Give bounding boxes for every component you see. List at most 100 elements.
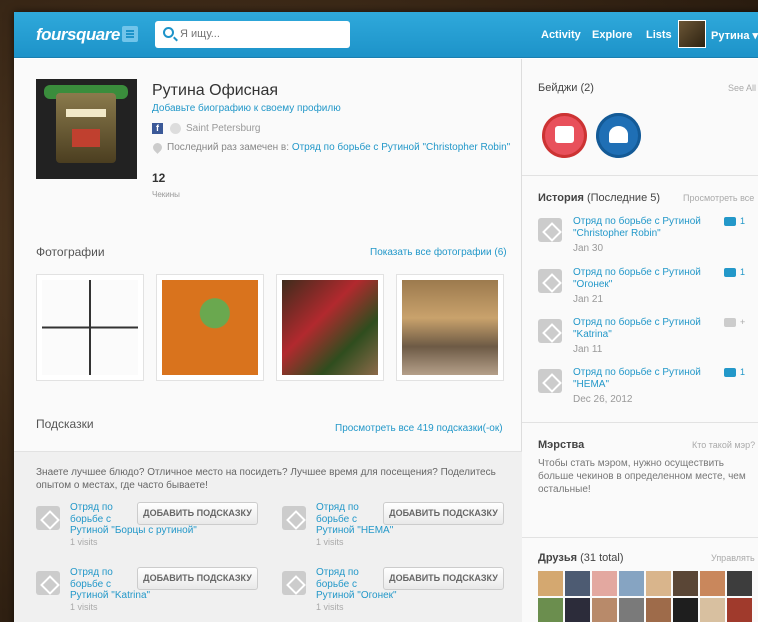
camera-icon[interactable] (724, 217, 736, 226)
photo-thumbnail[interactable] (36, 274, 144, 381)
history-venue-link[interactable]: Отряд по борьбе с Рутиной "Katrina" (573, 317, 713, 341)
view-all-history-link[interactable]: Просмотреть все (683, 193, 754, 203)
camera-icon[interactable] (724, 268, 736, 277)
search-icon (163, 27, 174, 38)
venue-category-icon (36, 506, 60, 530)
friend-avatar[interactable] (538, 598, 563, 622)
nav-lists[interactable]: Lists (646, 29, 672, 41)
friend-avatar[interactable] (565, 571, 590, 596)
add-tip-button[interactable]: ДОБАВИТЬ ПОДСКАЗКУ (383, 502, 504, 525)
friend-avatar[interactable] (700, 598, 725, 622)
comment-count[interactable]: + (740, 317, 745, 327)
history-venue-link[interactable]: Отряд по борьбе с Рутиной "НЕМА" (573, 367, 713, 391)
friend-avatar[interactable] (619, 571, 644, 596)
user-menu[interactable]: Рутина ▾ (711, 29, 758, 42)
profile-photo[interactable] (36, 79, 137, 179)
venue-name[interactable]: Отряд по борьбе с (316, 502, 386, 526)
history-date: Dec 26, 2012 (573, 394, 633, 405)
search-box[interactable] (155, 21, 350, 48)
checkins-label: Чекины (152, 190, 180, 199)
venue-visits: 1 visits (316, 537, 344, 547)
photos-title: Фотографии (36, 245, 105, 259)
friend-avatar[interactable] (592, 571, 617, 596)
venue-name-line3[interactable]: Рутиной "НЕМА" (316, 525, 393, 536)
nav-activity[interactable]: Activity (541, 29, 581, 41)
nav-explore[interactable]: Explore (592, 29, 632, 41)
view-all-tips-link[interactable]: Просмотреть все 419 подсказки(-ок) (335, 423, 503, 434)
friend-avatar[interactable] (673, 571, 698, 596)
trophy-badge-icon[interactable] (596, 113, 641, 158)
history-item: Отряд по борьбе с Рутиной "Katrina" Jan … (538, 317, 758, 365)
friend-avatar[interactable] (646, 571, 671, 596)
add-tip-button[interactable]: ДОБАВИТЬ ПОДСКАЗКУ (383, 567, 504, 590)
manage-friends-link[interactable]: Управлять (711, 553, 755, 563)
mayorships-title: Мэрства (538, 439, 585, 451)
see-all-badges-link[interactable]: See All (728, 83, 756, 93)
venue-name-line3[interactable]: Рутиной "Огонек" (316, 590, 397, 601)
twitter-icon[interactable] (170, 123, 181, 134)
divider (522, 422, 758, 423)
last-seen-label: Последний раз замечен в: (167, 142, 290, 153)
venue-category-icon (36, 571, 60, 595)
history-item: Отряд по борьбе с Рутиной "НЕМА" Dec 26,… (538, 367, 758, 415)
comment-icon[interactable] (724, 318, 736, 327)
history-venue-link[interactable]: Отряд по борьбе с Рутиной "Огонек" (573, 267, 713, 291)
facebook-icon[interactable]: f (152, 123, 163, 134)
venue-name[interactable]: Отряд по борьбе с (70, 502, 140, 526)
friend-avatar[interactable] (700, 571, 725, 596)
last-seen-venue-link[interactable]: Отряд по борьбе с Рутиной "Christopher R… (292, 142, 510, 153)
friends-title[interactable]: Друзья (31 total) (538, 552, 624, 564)
search-input[interactable] (180, 28, 340, 40)
camera-icon[interactable] (724, 368, 736, 377)
friend-avatar[interactable] (538, 571, 563, 596)
venue-category-icon (282, 571, 306, 595)
friend-avatar[interactable] (619, 598, 644, 622)
history-date: Jan 21 (573, 294, 604, 305)
tip-venue: Отряд по борьбе с Рутиной "Katrina" 1 vis… (36, 567, 268, 617)
friend-avatar[interactable] (565, 598, 590, 622)
venue-name-line3[interactable]: Рутиной "Борцы с рутиной" (70, 525, 197, 536)
mayorships-text: Чтобы стать мэром, нужно осуществить бол… (538, 458, 746, 495)
add-tip-button[interactable]: ДОБАВИТЬ ПОДСКАЗКУ (137, 567, 258, 590)
history-venue-link[interactable]: Отряд по борьбе с Рутиной "Christopher R… (573, 216, 713, 240)
history-item: Отряд по борьбе с Рутиной "Christopher R… (538, 216, 758, 264)
history-title: История (Последние 5) (538, 192, 661, 204)
add-tip-button[interactable]: ДОБАВИТЬ ПОДСКАЗКУ (137, 502, 258, 525)
venue-visits: 1 visits (316, 602, 344, 612)
user-avatar[interactable] (678, 20, 706, 48)
add-bio-link[interactable]: Добавьте биографию к своему профилю (152, 103, 341, 114)
friend-avatar[interactable] (592, 598, 617, 622)
menu-icon[interactable] (122, 26, 138, 42)
profile-name: Рутина Офисная (152, 82, 279, 99)
venue-name-line3[interactable]: Рутиной "Katrina" (70, 590, 150, 601)
friend-avatar[interactable] (727, 571, 752, 596)
foursquare-logo[interactable]: foursquare (36, 25, 120, 45)
camera-badge-icon[interactable] (542, 113, 587, 158)
venue-category-icon (282, 506, 306, 530)
friend-avatar[interactable] (673, 598, 698, 622)
divider (522, 175, 758, 176)
friend-avatar[interactable] (727, 598, 752, 622)
profile-city: Saint Petersburg (186, 123, 261, 134)
divider (522, 537, 758, 538)
photo-thumbnail[interactable] (276, 274, 384, 381)
main-column: Рутина Офисная Добавьте биографию к свое… (14, 59, 522, 622)
badges-title[interactable]: Бейджи (2) (538, 82, 594, 94)
friend-avatar[interactable] (646, 598, 671, 622)
photo-thumbnail[interactable] (156, 274, 264, 381)
venue-category-icon (538, 269, 562, 293)
photo-count[interactable]: 1 (740, 267, 745, 277)
tips-intro: Знаете лучшее блюдо? Отличное место на п… (36, 467, 496, 491)
venue-category-icon (538, 369, 562, 393)
photo-thumbnail[interactable] (396, 274, 504, 381)
photo-count[interactable]: 1 (740, 367, 745, 377)
what-is-mayor-link[interactable]: Кто такой мэр? (692, 440, 755, 450)
checkins-count[interactable]: 12 (152, 171, 165, 185)
tip-venue: Отряд по борьбе с Рутиной "НЕМА" 1 visits… (282, 502, 514, 552)
venue-name[interactable]: Отряд по борьбе с (70, 567, 140, 591)
photo-count[interactable]: 1 (740, 216, 745, 226)
venue-name[interactable]: Отряд по борьбе с (316, 567, 386, 591)
show-all-photos-link[interactable]: Показать все фотографии (6) (370, 247, 507, 258)
right-sidebar: Бейджи (2) See All История (Последние 5)… (522, 59, 758, 622)
venue-visits: 1 visits (70, 537, 98, 547)
